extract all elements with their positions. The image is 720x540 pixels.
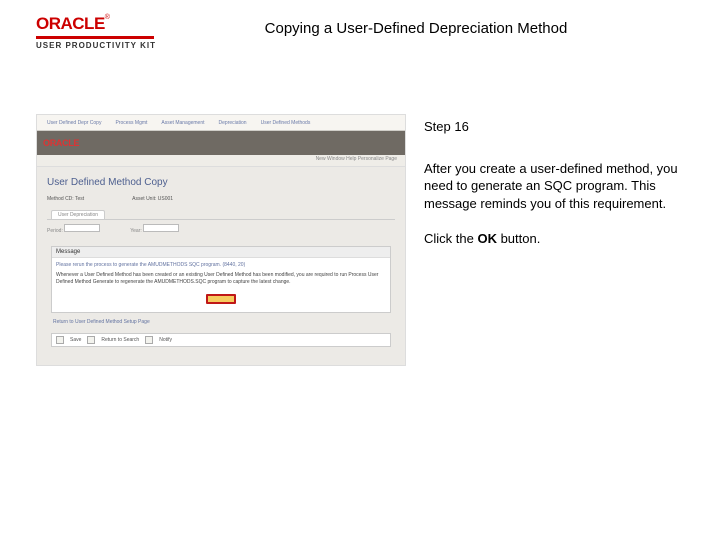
header: ORACLE® USER PRODUCTIVITY KIT Copying a … xyxy=(0,0,720,54)
toolbar-logo: ORACLE xyxy=(43,138,79,148)
app-toolbar: ORACLE xyxy=(37,131,405,155)
period-label: Period: xyxy=(47,228,63,234)
tab-item: Process Mgmt xyxy=(111,119,151,127)
message-title: Message xyxy=(52,247,390,258)
browser-tabs: User Defined Depr Copy Process Mgmt Asse… xyxy=(37,115,405,131)
content-area: User Defined Depr Copy Process Mgmt Asse… xyxy=(0,54,720,366)
action-suffix: button. xyxy=(497,231,540,246)
return-link: Return to User Defined Method Setup Page xyxy=(53,319,395,325)
tab-item: User Defined Methods xyxy=(257,119,315,127)
year-input xyxy=(143,224,179,232)
screenshot-body: User Defined Method Copy Method CD: Test… xyxy=(37,167,405,361)
step-label: Step 16 xyxy=(424,118,696,136)
message-dialog: Message Please rerun the process to gene… xyxy=(51,246,391,313)
notify-icon xyxy=(145,336,153,344)
notify-button: Notify xyxy=(159,337,172,343)
action-bold: OK xyxy=(477,231,497,246)
subfield-row: Period: Year: xyxy=(47,224,395,234)
method-label: Method CD: xyxy=(47,196,74,202)
period-input xyxy=(64,224,100,232)
inner-tab: User Depreciation xyxy=(51,210,105,219)
return-icon xyxy=(87,336,95,344)
save-icon xyxy=(56,336,64,344)
screenshot-heading: User Defined Method Copy xyxy=(47,177,395,188)
logo-bar xyxy=(36,36,154,39)
instruction-paragraph: After you create a user-defined method, … xyxy=(424,160,696,213)
breadcrumb: New Window Help Personalize Page xyxy=(37,155,405,167)
message-summary: Please rerun the process to generate the… xyxy=(52,258,390,272)
instruction-action: Click the OK button. xyxy=(424,230,696,248)
action-prefix: Click the xyxy=(424,231,477,246)
logo-trademark-icon: ® xyxy=(105,14,110,21)
field-row: Method CD: Test Asset Unit: US001 xyxy=(47,196,395,202)
tab-item: User Defined Depr Copy xyxy=(43,119,105,127)
unit-label: Asset Unit: xyxy=(132,196,156,202)
page-title: Copying a User-Defined Depreciation Meth… xyxy=(176,14,696,37)
tab-item: Asset Management xyxy=(157,119,208,127)
ok-button[interactable] xyxy=(206,294,236,304)
app-screenshot: User Defined Depr Copy Process Mgmt Asse… xyxy=(36,114,406,366)
return-button: Return to Search xyxy=(101,337,139,343)
oracle-upk-logo: ORACLE® USER PRODUCTIVITY KIT xyxy=(36,14,176,50)
action-bar: Save Return to Search Notify xyxy=(51,333,391,347)
message-body: Whenever a User Defined Method has been … xyxy=(52,272,390,292)
unit-value: US001 xyxy=(158,196,173,202)
tab-item: Depreciation xyxy=(215,119,251,127)
message-button-row xyxy=(52,292,390,312)
save-button: Save xyxy=(70,337,81,343)
method-value: Test xyxy=(75,196,84,202)
inner-tabstrip: User Depreciation xyxy=(47,210,395,220)
logo-subtitle: USER PRODUCTIVITY KIT xyxy=(36,41,156,50)
logo-brand: ORACLE xyxy=(36,14,105,33)
instruction-panel: Step 16 After you create a user-defined … xyxy=(424,114,696,266)
year-label: Year: xyxy=(130,228,142,234)
